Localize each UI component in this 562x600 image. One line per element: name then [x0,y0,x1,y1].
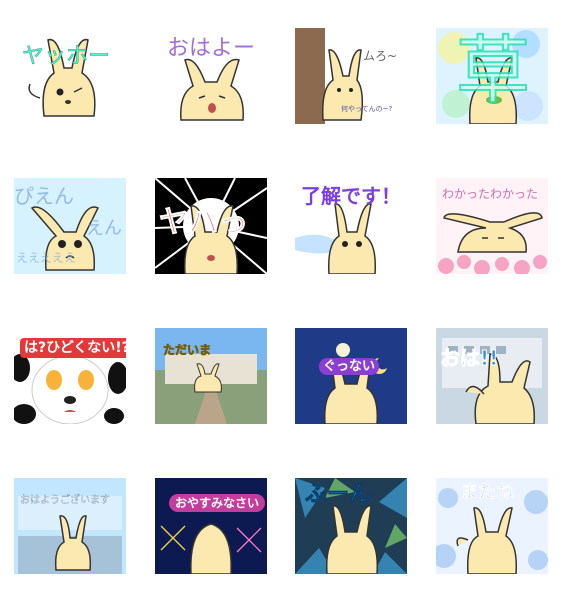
rabbit-office-image [14,478,126,574]
sticker-caption: ただいま [163,343,212,357]
sticker-gunnai[interactable]: ぐっない [295,328,407,424]
sticker-kusa[interactable]: 草 [436,28,548,124]
sticker-oyasuminasai[interactable]: おやすみなさい [155,478,267,574]
sticker-pien[interactable]: ぴえん えん えええええ [14,178,126,274]
sticker-caption: わかったわかった [442,187,539,201]
sticker-wakatta[interactable]: わかったわかった [436,178,548,274]
sticker-ryokai[interactable]: 了解です！ [295,178,407,274]
sticker-nani-yatten[interactable]: ムろ~ 何やってんの~? [295,28,407,124]
sticker-yahho[interactable]: ヤッホー [14,28,126,124]
sticker-ohayo[interactable]: おはよー [155,28,267,124]
sticker-caption: おは!! [439,346,499,370]
sticker-subcaption: えん [86,218,122,239]
sticker-caption: おやすみなさい [169,494,266,512]
sticker-caption: ヤッホー [22,44,111,69]
sticker-caption: 了解です！ [301,184,401,208]
rabbit-fireworks-image [155,478,267,574]
sticker-subcaption: えええええ [16,251,77,265]
sticker-caption: 草 [455,28,531,114]
sticker-matane[interactable]: またね [436,478,548,574]
sticker-caption: は?ひどくない!? [20,338,126,358]
sticker-yaba[interactable]: ヤバっ [155,178,267,274]
sticker-caption: ぐっない [319,358,380,375]
sticker-caption: またね [460,482,515,503]
sticker-hidokunai[interactable]: は?ひどくない!? [14,328,126,424]
sticker-grid: ヤッホー おはよー ムろ~ 何やってんの~? 草 ぴえん えん えええええ ヤバ… [0,0,562,600]
sticker-caption: ふーん [305,482,372,507]
sticker-caption: おはよー [167,36,256,61]
sticker-ohayogozaimasu[interactable]: おはようございます [14,478,126,574]
sticker-caption: ムろ~ [363,49,398,63]
sticker-caption: ぴえん [14,184,74,208]
rabbit-night-image [295,328,407,424]
sticker-subcaption: 何やってんの~? [341,105,393,113]
rabbit-greeting-image [436,328,548,424]
rabbit-wink-image [14,28,126,124]
sticker-caption: おはようございます [20,495,110,506]
sticker-fun[interactable]: ふーん [295,478,407,574]
sticker-caption: ヤバっ [158,205,249,240]
sticker-tadaima[interactable]: ただいま [155,328,267,424]
sticker-oha[interactable]: おは!! [436,328,548,424]
